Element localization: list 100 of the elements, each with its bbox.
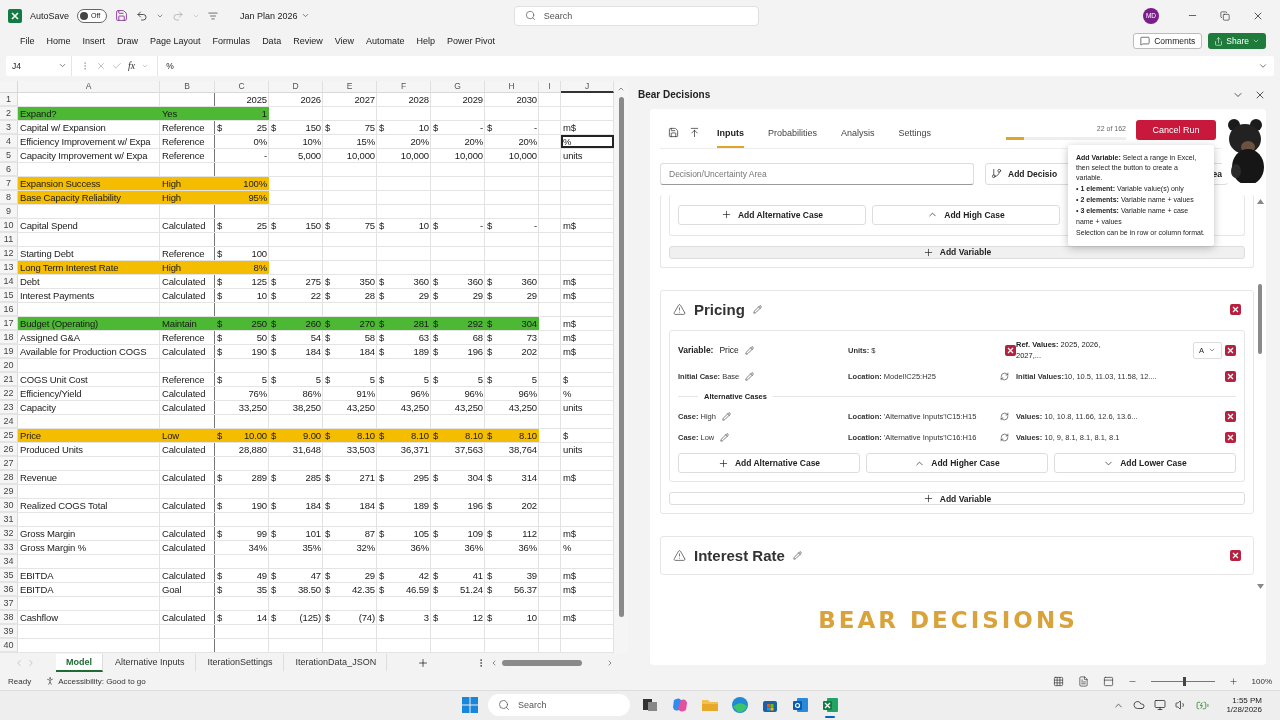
pencil-icon[interactable] <box>752 304 762 314</box>
menu-item[interactable]: Review <box>287 36 329 47</box>
pencil-icon[interactable] <box>721 412 731 422</box>
pencil-icon[interactable] <box>792 551 802 561</box>
comments-button[interactable]: Comments <box>1133 33 1203 50</box>
refresh-icon[interactable] <box>1000 433 1009 443</box>
upload-icon[interactable] <box>689 126 700 138</box>
save-icon[interactable] <box>668 126 679 138</box>
menu-item[interactable]: Data <box>256 36 288 47</box>
sheet-tab[interactable]: IterationSettings <box>197 653 284 672</box>
undo-icon[interactable] <box>136 9 149 22</box>
case-button[interactable]: Add High Case <box>872 204 1060 225</box>
scroll-down-icon[interactable] <box>1256 583 1264 589</box>
column-header[interactable]: B <box>160 80 215 93</box>
zoom-in-icon[interactable] <box>1228 676 1238 686</box>
pencil-icon[interactable] <box>720 433 730 443</box>
panel-tab[interactable]: Settings <box>898 127 932 148</box>
table-cell-text: Reference <box>161 120 206 134</box>
column-header[interactable]: C <box>215 80 269 93</box>
scroll-left-icon[interactable] <box>490 658 498 667</box>
sheet-tab[interactable]: Model <box>56 653 103 672</box>
case-button[interactable]: Add Alternative Case <box>678 453 860 474</box>
accessibility-text[interactable]: Accessibility: Good to go <box>58 676 146 686</box>
pencil-icon[interactable] <box>744 345 754 355</box>
table-cell-text: $ 196 <box>432 498 484 512</box>
column-header[interactable]: H <box>485 80 539 93</box>
menu-item[interactable]: Automate <box>360 36 411 47</box>
menu-item[interactable]: Insert <box>76 36 112 47</box>
normal-view-icon[interactable] <box>1052 675 1064 687</box>
case-button[interactable]: Add Lower Case <box>1054 453 1236 474</box>
area-field[interactable]: Decision/Uncertainty Area <box>660 162 974 185</box>
column-header[interactable]: G <box>431 80 485 93</box>
delete-button[interactable] <box>1225 411 1236 423</box>
sheet-tab[interactable]: IterationData_JSON <box>285 653 388 672</box>
page-layout-icon[interactable] <box>1077 675 1089 687</box>
table-cell-text: Efficiency/Yield <box>19 386 83 400</box>
windows-logo-icon[interactable] <box>462 697 478 714</box>
search-field[interactable]: Search <box>513 5 759 26</box>
scroll-up-icon[interactable] <box>1256 198 1264 204</box>
customize-icon[interactable] <box>208 10 219 21</box>
delete-button[interactable] <box>1230 303 1241 315</box>
panel-tab[interactable]: Probabilities <box>768 127 818 148</box>
file-name-button[interactable]: Jan Plan 2026 <box>240 10 310 21</box>
case-button[interactable]: Add Higher Case <box>866 453 1048 474</box>
taskbar-search-field[interactable]: Search <box>488 694 630 717</box>
function-button[interactable]: fx <box>128 60 136 72</box>
table-cell-text: $ 5 <box>486 372 538 386</box>
task-view-icon[interactable] <box>642 697 658 714</box>
refresh-icon[interactable] <box>1000 412 1009 422</box>
scroll-thumb[interactable] <box>618 96 624 617</box>
menu-item[interactable]: File <box>14 36 41 47</box>
column-header[interactable]: I <box>539 80 561 93</box>
menu-item[interactable]: View <box>328 36 360 47</box>
browser-icon[interactable] <box>731 696 749 715</box>
menu-item[interactable]: Home <box>40 36 77 47</box>
sheet-tab[interactable]: Alternative Inputs <box>105 653 196 672</box>
delete-button[interactable] <box>1225 344 1236 356</box>
add-sheet-icon[interactable] <box>417 656 430 669</box>
mail-icon[interactable] <box>791 697 809 714</box>
folder-icon[interactable] <box>701 697 719 714</box>
add-variable-button[interactable]: Add Variable <box>669 492 1245 506</box>
clock[interactable]: 1:55 PM 1/28/2026 <box>1226 696 1262 715</box>
column-header[interactable]: J <box>561 80 614 93</box>
restore-icon[interactable] <box>1220 10 1230 21</box>
cloud-icon[interactable] <box>1133 699 1146 712</box>
page-break-icon[interactable] <box>1102 675 1114 687</box>
panel-tab[interactable]: Analysis <box>841 127 875 148</box>
network-icon[interactable] <box>1154 699 1167 712</box>
share-button[interactable]: Share <box>1208 33 1266 50</box>
panel-tab[interactable]: Inputs <box>717 127 744 148</box>
refresh-icon[interactable] <box>1000 372 1009 382</box>
menu-item[interactable]: Formulas <box>206 36 257 47</box>
delete-button[interactable] <box>1225 371 1236 383</box>
formula-field[interactable]: % <box>157 56 1258 76</box>
column-header[interactable]: F <box>377 80 431 93</box>
redo-icon[interactable] <box>172 9 185 22</box>
spreadsheet-icon[interactable] <box>821 697 839 714</box>
pencil-icon[interactable] <box>745 372 755 382</box>
add-variable-button[interactable]: Add Variable <box>669 245 1245 259</box>
menu-item[interactable]: Power Pivot <box>441 36 502 47</box>
scroll-thumb[interactable] <box>1258 283 1262 354</box>
menu-item[interactable]: Page Layout <box>144 36 207 47</box>
column-header[interactable]: A <box>18 80 160 93</box>
cancel-icon[interactable] <box>96 60 106 71</box>
menu-item[interactable]: Draw <box>111 36 145 47</box>
case-button[interactable]: Add Alternative Case <box>678 204 866 225</box>
table-cell-text: EBITDA <box>19 568 55 582</box>
scroll-right-icon[interactable] <box>606 658 614 667</box>
delete-button[interactable] <box>1005 344 1016 356</box>
delete-button[interactable] <box>1230 550 1241 562</box>
column-header[interactable]: E <box>323 80 377 93</box>
cancel-run-button[interactable]: Cancel Run <box>1136 119 1216 140</box>
name-box[interactable]: J4 <box>6 56 72 76</box>
column-header[interactable]: D <box>269 80 323 93</box>
scroll-thumb[interactable] <box>502 659 582 666</box>
zoom-thumb[interactable] <box>1182 676 1186 686</box>
menu-item[interactable]: Help <box>410 36 442 47</box>
save-icon[interactable] <box>115 9 129 23</box>
swirl-icon[interactable] <box>671 696 689 715</box>
delete-button[interactable] <box>1225 432 1236 444</box>
